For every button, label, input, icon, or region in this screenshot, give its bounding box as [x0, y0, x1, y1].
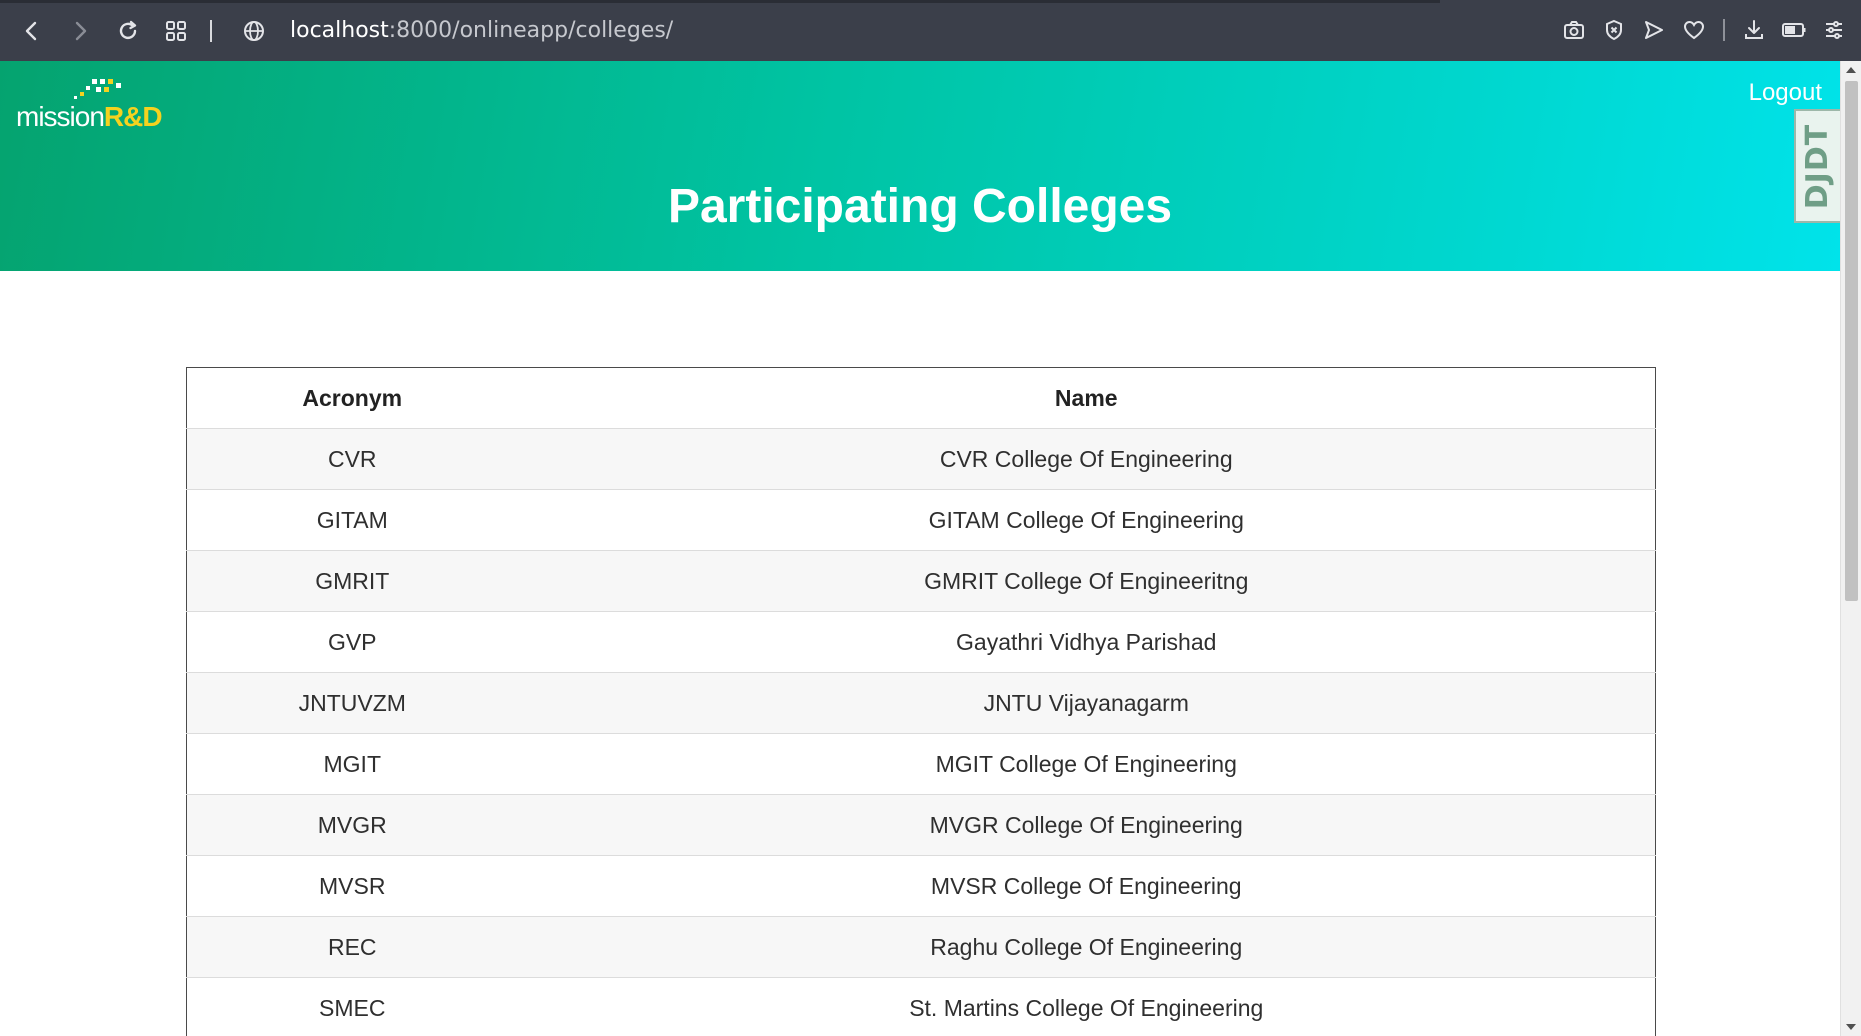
- column-header-name: Name: [517, 367, 1656, 429]
- scroll-down-icon[interactable]: [1846, 1024, 1856, 1030]
- browser-actions: [1557, 10, 1851, 50]
- logo-text-main: mission: [16, 101, 105, 132]
- table-row: REC Raghu College Of Engineering: [186, 916, 1656, 978]
- cell-name: St. Martins College Of Engineering: [517, 977, 1656, 1036]
- cell-name: Gayathri Vidhya Parishad: [517, 611, 1656, 673]
- site-logo[interactable]: missionR&D: [16, 75, 176, 135]
- back-arrow-icon[interactable]: [12, 11, 52, 51]
- cell-acronym: CVR: [186, 428, 518, 490]
- table-row: JNTUVZM JNTU Vijayanagarm: [186, 672, 1656, 734]
- cell-name: GMRIT College Of Engineeritng: [517, 550, 1656, 612]
- cell-name: MVSR College Of Engineering: [517, 855, 1656, 917]
- cell-acronym: MVSR: [186, 855, 518, 917]
- cell-acronym: GVP: [186, 611, 518, 673]
- page-title: Participating Colleges: [667, 180, 1173, 233]
- download-icon[interactable]: [1737, 10, 1771, 50]
- heart-icon[interactable]: [1677, 10, 1711, 50]
- table-row: GITAM GITAM College Of Engineering: [186, 489, 1656, 551]
- nav-controls: localhost:8000/onlineapp/colleges/: [12, 11, 673, 51]
- send-icon[interactable]: [1637, 10, 1671, 50]
- tab-strip-edge: [0, 0, 1440, 3]
- colleges-table: Acronym Name CVR CVR College Of Engineeri…: [186, 367, 1656, 1036]
- cell-name: CVR College Of Engineering: [517, 428, 1656, 490]
- url-path: :8000/onlineapp/colleges/: [388, 18, 674, 43]
- table-row: MVGR MVGR College Of Engineering: [186, 794, 1656, 856]
- table-row: MVSR MVSR College Of Engineering: [186, 855, 1656, 917]
- table-row: SMEC St. Martins College Of Engineering: [186, 977, 1656, 1036]
- battery-icon[interactable]: [1777, 10, 1811, 50]
- url-host: localhost: [290, 18, 389, 43]
- shield-icon[interactable]: [1597, 10, 1631, 50]
- scroll-up-icon[interactable]: [1846, 67, 1856, 73]
- address-bar[interactable]: localhost:8000/onlineapp/colleges/: [290, 18, 673, 43]
- table-row: GMRIT GMRIT College Of Engineeritng: [186, 550, 1656, 612]
- table-row: GVP Gayathri Vidhya Parishad: [186, 611, 1656, 673]
- cell-acronym: GMRIT: [186, 550, 518, 612]
- cell-acronym: MGIT: [186, 733, 518, 795]
- tab-grid-icon[interactable]: [156, 11, 196, 51]
- cell-acronym: GITAM: [186, 489, 518, 551]
- scrollbar-thumb[interactable]: [1845, 81, 1858, 601]
- browser-toolbar: localhost:8000/onlineapp/colleges/: [0, 0, 1861, 61]
- table-row: MGIT MGIT College Of Engineering: [186, 733, 1656, 795]
- cell-name: Raghu College Of Engineering: [517, 916, 1656, 978]
- cell-name: GITAM College Of Engineering: [517, 489, 1656, 551]
- forward-arrow-icon[interactable]: [60, 11, 100, 51]
- logo-text-accent: R&D: [103, 101, 163, 132]
- colleges-table-container: Acronym Name CVR CVR College Of Engineeri…: [186, 367, 1656, 1036]
- cell-acronym: SMEC: [186, 977, 518, 1036]
- table-row: CVR CVR College Of Engineering: [186, 428, 1656, 490]
- page-content: missionR&D Logout DJDT Participating Col…: [0, 61, 1840, 1036]
- cell-acronym: REC: [186, 916, 518, 978]
- logo-wordmark: missionR&D: [16, 101, 163, 133]
- cell-acronym: JNTUVZM: [186, 672, 518, 734]
- logo-dots-icon: [74, 79, 121, 99]
- globe-icon[interactable]: [234, 11, 274, 51]
- toolbar-divider: [1723, 19, 1725, 41]
- camera-icon[interactable]: [1557, 10, 1591, 50]
- column-header-acronym: Acronym: [186, 367, 518, 429]
- reload-icon[interactable]: [108, 11, 148, 51]
- toolbar-divider: [210, 19, 212, 42]
- table-header-row: Acronym Name: [186, 367, 1656, 429]
- menu-icon[interactable]: [1817, 10, 1851, 50]
- page-header: missionR&D Logout DJDT Participating Col…: [0, 61, 1840, 271]
- vertical-scrollbar[interactable]: [1840, 61, 1861, 1036]
- cell-name: MVGR College Of Engineering: [517, 794, 1656, 856]
- cell-name: JNTU Vijayanagarm: [517, 672, 1656, 734]
- logout-link[interactable]: Logout: [1749, 79, 1822, 107]
- cell-acronym: MVGR: [186, 794, 518, 856]
- cell-name: MGIT College Of Engineering: [517, 733, 1656, 795]
